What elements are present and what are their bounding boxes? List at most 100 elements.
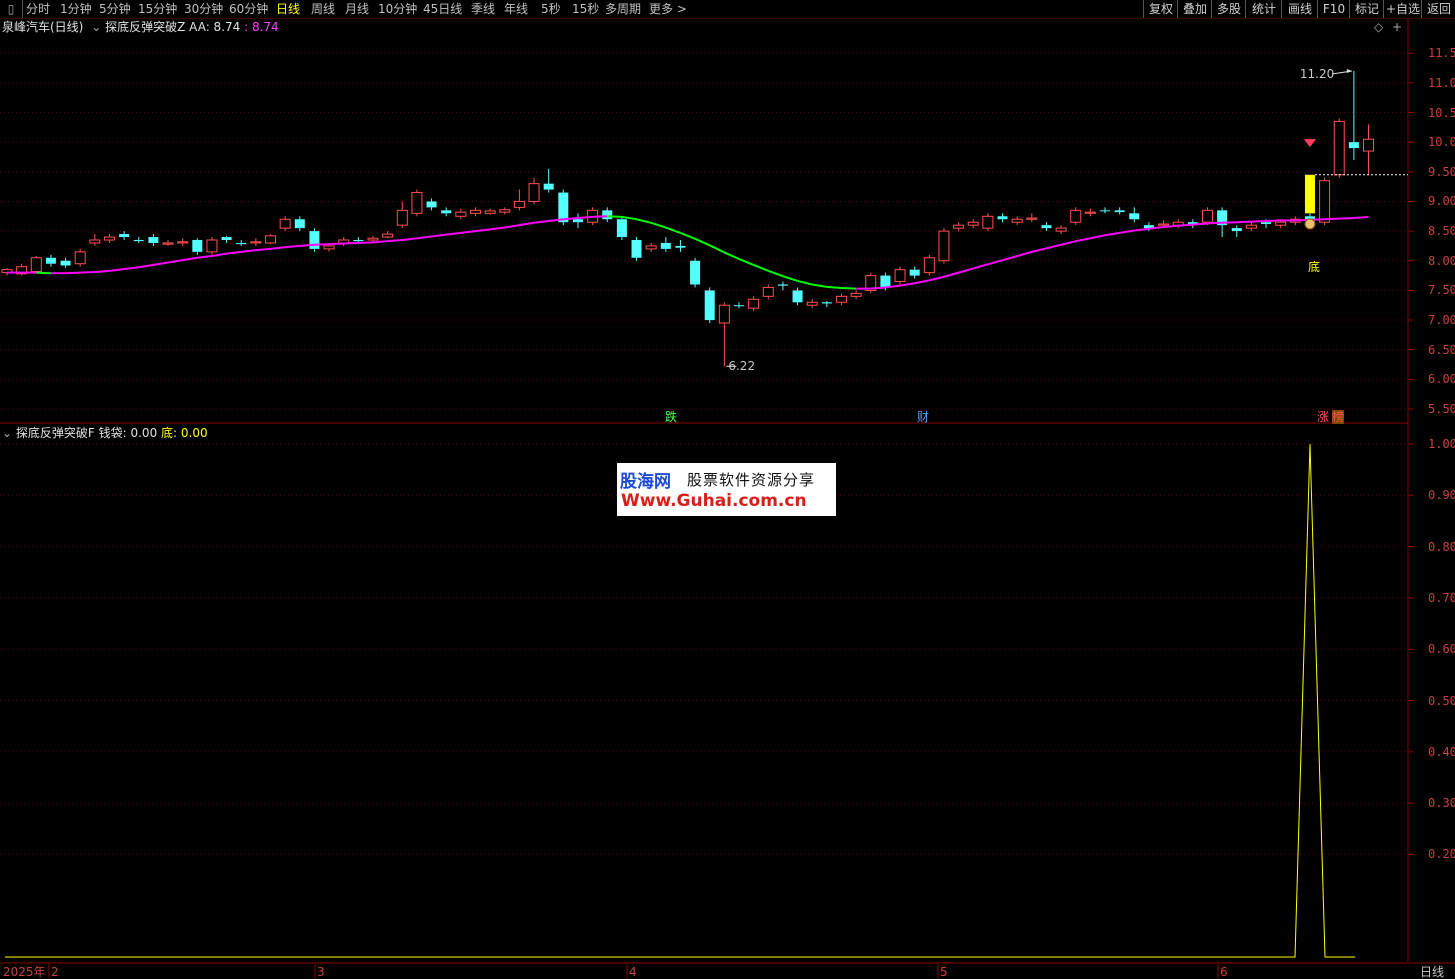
candle-body [382, 233, 394, 238]
candle-body [148, 237, 159, 243]
candle-body [762, 286, 774, 297]
ma-segment [314, 243, 330, 246]
sub-tick: 1.00 [1428, 437, 1455, 451]
candle-body [177, 241, 189, 244]
month-label-5: 5 [940, 965, 948, 979]
candle-body [426, 201, 437, 208]
candle-body [953, 224, 965, 229]
candle-body [602, 210, 613, 220]
candle-body [221, 237, 232, 240]
price-tick: 10.00 [1428, 135, 1455, 150]
sub-tick: 0.40 [1428, 744, 1455, 759]
candle-body [1363, 138, 1375, 152]
marker-bang[interactable]: 榜 [1332, 410, 1345, 424]
ma-segment [211, 252, 227, 257]
ma-segment [1016, 250, 1033, 257]
ma-segment [1353, 215, 1369, 220]
ma-segment [943, 271, 959, 278]
ma-segment [1075, 237, 1091, 243]
ma-segment [812, 283, 827, 288]
high-price-label: 11.20 [1299, 66, 1335, 81]
candle-body [30, 257, 42, 272]
ma-segment [1134, 227, 1150, 232]
candle-body [103, 236, 115, 241]
ma-segment [343, 241, 359, 245]
ma-segment [94, 269, 110, 274]
ma-segment [650, 221, 667, 229]
candle-body [792, 290, 803, 303]
price-tick: 11.00 [1428, 75, 1455, 90]
price-tick: 9.00 [1428, 194, 1455, 209]
candle-body [645, 245, 657, 250]
candle-body [74, 251, 86, 265]
ma-segment [1119, 229, 1135, 234]
ma-segment [285, 244, 300, 249]
ma-segment [431, 233, 447, 238]
candle-body [1333, 120, 1345, 176]
ma-segment [475, 228, 491, 233]
candle-body [1055, 227, 1067, 232]
candle-body [704, 290, 715, 321]
watermark-url: Www.Guhai.com.cn [621, 491, 807, 511]
candle-body [1011, 218, 1023, 223]
month-label-4: 4 [629, 965, 637, 979]
candle-body [543, 183, 554, 190]
ma-segment [723, 251, 740, 260]
candle-body [1129, 213, 1140, 220]
candle-body [411, 192, 423, 214]
candle-body [279, 218, 291, 229]
month-label-2: 2 [51, 965, 59, 979]
candle-body [45, 257, 56, 264]
price-tick: 7.00 [1428, 313, 1455, 328]
ma-segment [753, 263, 769, 272]
watermark-slogan: 股票软件资源分享 [687, 471, 816, 489]
price-tick: 11.50 [1428, 46, 1455, 61]
ma-segment [255, 247, 271, 252]
marker-zhang[interactable]: 涨 [1317, 410, 1329, 424]
gem-icon [1303, 139, 1316, 148]
candle-body [1100, 210, 1110, 212]
sub-tick: 0.30 [1428, 796, 1455, 811]
candle-body [513, 200, 525, 208]
candle-body [469, 209, 481, 214]
ma-segment [167, 259, 183, 264]
candle-body [806, 301, 818, 306]
price-tick: 5.50 [1428, 402, 1455, 416]
ma-segment [782, 275, 798, 282]
candle-body [353, 239, 364, 242]
price-tick: 8.00 [1428, 253, 1455, 268]
marker-cai[interactable]: 财 [917, 410, 929, 424]
candle-body [1026, 217, 1038, 220]
candle-body [821, 302, 832, 304]
candle-body [850, 292, 862, 297]
candle-body [909, 269, 920, 276]
candle-body [1275, 221, 1287, 226]
candle-body [675, 245, 686, 248]
ma-segment [797, 279, 813, 286]
ma-segment [738, 258, 755, 266]
ma-segment [680, 231, 696, 240]
candle-body [631, 239, 642, 258]
ma-segment [987, 259, 1003, 266]
marker-die[interactable]: 跌 [665, 410, 677, 424]
ma-segment [1222, 221, 1237, 224]
candle-body [660, 242, 671, 249]
price-tick: 8.50 [1428, 224, 1455, 239]
candle-body [294, 219, 305, 229]
ma-segment [621, 215, 637, 221]
candle-body [455, 211, 467, 217]
ma-segment [270, 246, 286, 250]
ma-segment [1090, 234, 1106, 240]
candle-body [528, 183, 540, 202]
ma-segment [299, 243, 315, 247]
ma-segment [1178, 223, 1193, 227]
ma-segment [972, 263, 989, 270]
ma-segment [826, 285, 842, 290]
candle-body [133, 239, 144, 242]
month-label-6: 6 [1220, 965, 1228, 979]
ma-segment [1163, 224, 1179, 228]
candle-body [1245, 224, 1257, 229]
ma-segment [416, 235, 432, 240]
ma-segment [402, 237, 418, 241]
ma-segment [519, 221, 535, 227]
